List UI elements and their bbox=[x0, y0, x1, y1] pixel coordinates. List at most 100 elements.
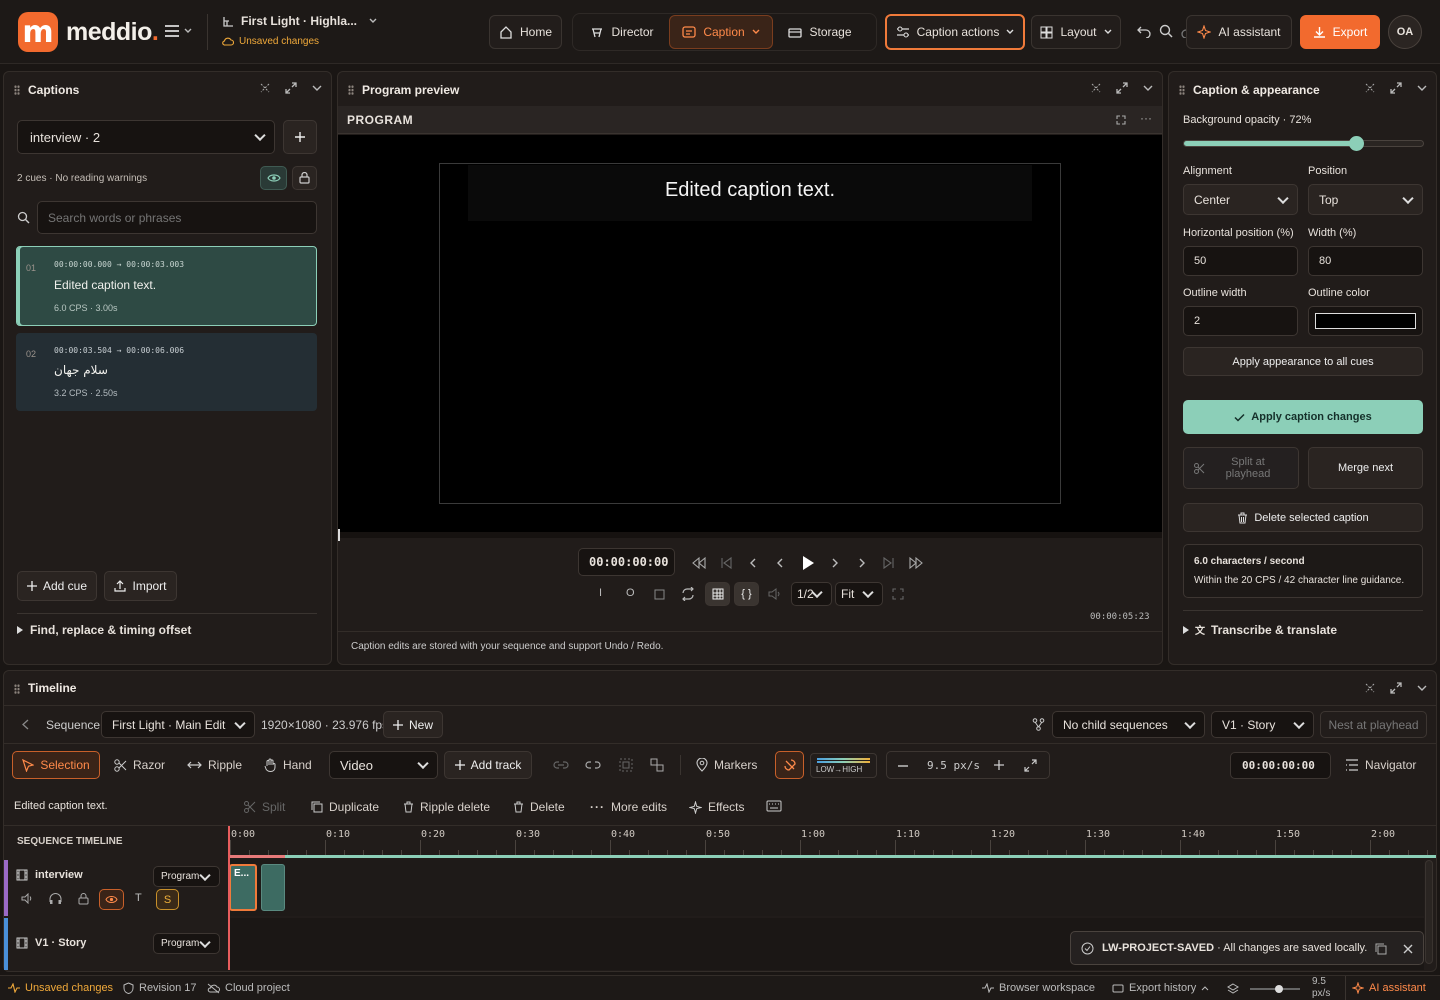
fast-forward-icon[interactable] bbox=[902, 556, 929, 570]
status-cloud[interactable]: Cloud project bbox=[207, 982, 290, 994]
chevron-down-icon[interactable] bbox=[1416, 82, 1428, 94]
track-lane-interview[interactable] bbox=[229, 860, 1424, 916]
detach-icon[interactable] bbox=[1364, 682, 1376, 694]
fullscreen-icon[interactable] bbox=[892, 588, 904, 600]
detach-icon[interactable] bbox=[259, 82, 271, 94]
step-forward-icon[interactable] bbox=[848, 556, 875, 570]
track-type-select[interactable]: Video bbox=[329, 751, 438, 779]
export-button[interactable]: Export bbox=[1300, 15, 1380, 49]
split-button[interactable]: Split bbox=[244, 793, 285, 821]
alignment-select[interactable]: Center bbox=[1183, 184, 1298, 215]
step-back-icon[interactable] bbox=[740, 556, 767, 570]
new-sequence-button[interactable]: New bbox=[383, 711, 443, 738]
drag-handle-icon[interactable] bbox=[14, 684, 20, 694]
mark-out-button[interactable]: O bbox=[626, 587, 635, 599]
fit-timeline-icon[interactable] bbox=[1024, 759, 1037, 772]
track-name[interactable]: V1 · Story bbox=[35, 937, 86, 949]
scrub-bar[interactable] bbox=[338, 529, 1162, 541]
cue-item-1[interactable]: 01 00:00:00.000 → 00:00:03.003 Edited ca… bbox=[16, 246, 317, 326]
caption-actions-button[interactable]: Caption actions bbox=[885, 14, 1025, 50]
rewind-icon[interactable] bbox=[686, 556, 713, 570]
detach-icon[interactable] bbox=[1364, 82, 1376, 94]
find-replace-disclosure[interactable]: Find, replace & timing offset bbox=[17, 623, 191, 637]
project-switcher[interactable]: First Light · Highla... bbox=[222, 14, 377, 28]
mark-in-button[interactable]: I bbox=[599, 587, 602, 599]
track-target-select[interactable]: Program bbox=[153, 866, 220, 887]
hand-tool[interactable]: Hand bbox=[264, 751, 312, 779]
more-edits-button[interactable]: ··· More edits bbox=[590, 793, 667, 821]
slider-thumb[interactable] bbox=[1275, 985, 1283, 993]
audio-levels-toggle[interactable]: LOW→HIGH bbox=[810, 753, 877, 778]
status-zoom-slider[interactable] bbox=[1250, 985, 1300, 993]
drag-handle-icon[interactable] bbox=[14, 85, 20, 95]
sequence-select[interactable]: First Light · Main Edit bbox=[101, 711, 255, 738]
apply-appearance-all-button[interactable]: Apply appearance to all cues bbox=[1183, 347, 1423, 376]
add-track-button[interactable] bbox=[283, 120, 317, 154]
brand-logo[interactable]: m meddio. bbox=[18, 12, 159, 52]
text-track-toggle[interactable]: T bbox=[135, 892, 142, 904]
track-target-select[interactable]: Program bbox=[153, 933, 220, 954]
close-icon[interactable] bbox=[1403, 944, 1413, 954]
visibility-toggle[interactable] bbox=[260, 166, 287, 190]
layout-button[interactable]: Layout bbox=[1031, 15, 1121, 49]
status-revision[interactable]: Revision 17 bbox=[123, 982, 196, 994]
ripple-tool[interactable]: Ripple bbox=[187, 751, 242, 779]
add-cue-button[interactable]: Add cue bbox=[17, 571, 97, 601]
delete-button[interactable]: Delete bbox=[513, 793, 565, 821]
playhead[interactable] bbox=[338, 529, 340, 541]
position-select[interactable]: Top bbox=[1308, 184, 1423, 215]
user-avatar[interactable]: OA bbox=[1388, 15, 1422, 49]
more-icon[interactable]: ··· bbox=[1140, 111, 1152, 125]
drag-handle-icon[interactable] bbox=[348, 85, 354, 95]
video-canvas[interactable]: Edited caption text. bbox=[338, 135, 1162, 532]
add-track-button[interactable]: Add track bbox=[444, 751, 532, 779]
caption-track-select[interactable]: interview · 2 bbox=[17, 120, 275, 154]
transcribe-disclosure[interactable]: 文 Transcribe & translate bbox=[1183, 622, 1337, 637]
expand-icon[interactable] bbox=[1390, 682, 1402, 694]
caption-tab[interactable]: Caption bbox=[669, 15, 773, 49]
selection-tool[interactable]: Selection bbox=[12, 751, 100, 779]
track-visibility-toggle[interactable] bbox=[99, 889, 124, 910]
lock-toggle[interactable] bbox=[292, 166, 317, 190]
expand-icon[interactable] bbox=[1390, 82, 1402, 94]
skip-start-icon[interactable] bbox=[713, 556, 740, 570]
child-sequence-select[interactable]: No child sequences bbox=[1052, 711, 1205, 738]
chevron-down-icon[interactable] bbox=[311, 82, 323, 94]
outline-width-input[interactable]: 2 bbox=[1183, 306, 1298, 336]
status-ai-assistant[interactable]: AI assistant bbox=[1345, 976, 1432, 1000]
plus-icon[interactable] bbox=[994, 760, 1004, 770]
timeline-timecode[interactable]: 00:00:00:00 bbox=[1230, 752, 1331, 779]
snap-toggle[interactable] bbox=[775, 751, 804, 779]
outline-color-picker[interactable] bbox=[1308, 306, 1423, 336]
home-button[interactable]: Home bbox=[489, 15, 562, 49]
status-workspace[interactable]: Browser workspace bbox=[982, 982, 1095, 994]
delete-caption-button[interactable]: Delete selected caption bbox=[1183, 503, 1423, 532]
caption-clip-1[interactable]: E... bbox=[229, 864, 257, 911]
chevron-left-icon[interactable] bbox=[22, 719, 29, 730]
split-at-playhead-button[interactable]: Split at playhead bbox=[1183, 447, 1299, 489]
ripple-delete-button[interactable]: Ripple delete bbox=[403, 793, 490, 821]
effects-button[interactable]: Effects bbox=[689, 793, 744, 821]
next-frame-icon[interactable] bbox=[821, 556, 848, 570]
merge-next-button[interactable]: Merge next bbox=[1308, 447, 1423, 489]
unlink-icon[interactable] bbox=[585, 759, 601, 771]
fullscreen-icon[interactable] bbox=[1116, 115, 1126, 125]
director-tab[interactable]: Director bbox=[582, 15, 662, 49]
duplicate-button[interactable]: Duplicate bbox=[311, 793, 379, 821]
drag-handle-icon[interactable] bbox=[1179, 85, 1185, 95]
loop-icon[interactable] bbox=[681, 587, 695, 601]
volume-icon[interactable] bbox=[768, 588, 782, 600]
caption-overlay[interactable]: Edited caption text. bbox=[439, 179, 1061, 202]
lock-icon[interactable] bbox=[78, 893, 89, 905]
search-icon[interactable] bbox=[1159, 24, 1173, 38]
timecode-input[interactable]: 00:00:00:00 bbox=[578, 548, 675, 576]
play-icon[interactable] bbox=[794, 555, 821, 571]
target-track-select[interactable]: V1 · Story bbox=[1211, 711, 1314, 738]
minus-icon[interactable] bbox=[898, 765, 908, 767]
copy-icon[interactable] bbox=[1375, 943, 1387, 955]
layers-icon[interactable] bbox=[1227, 983, 1239, 995]
chevron-down-icon[interactable] bbox=[1416, 682, 1428, 694]
caption-clip-2[interactable] bbox=[261, 864, 285, 911]
razor-tool[interactable]: Razor bbox=[114, 751, 165, 779]
navigator-button[interactable]: Navigator bbox=[1345, 751, 1416, 779]
